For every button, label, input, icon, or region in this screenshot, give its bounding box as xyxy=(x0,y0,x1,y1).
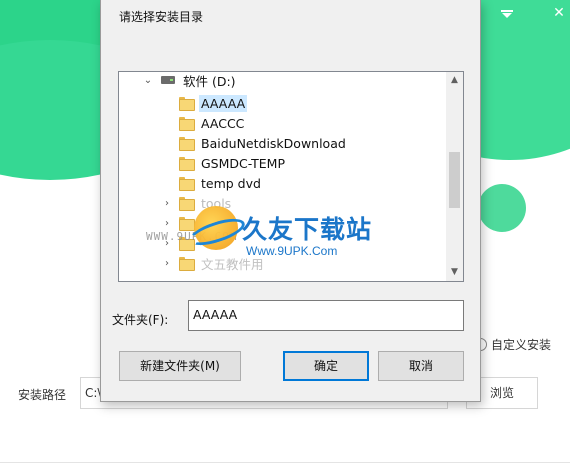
minimize-to-tray-icon[interactable] xyxy=(498,4,516,22)
folder-label: BaiduNetdiskDownload xyxy=(201,135,346,151)
drive-icon xyxy=(161,76,175,84)
drive-label: 软件 (D:) xyxy=(183,73,236,89)
folder-icon xyxy=(179,117,195,131)
ok-button[interactable]: 确定 xyxy=(283,351,369,381)
chevron-down-icon[interactable]: ⌄ xyxy=(143,75,153,86)
tree-item-folder[interactable]: AAAAA xyxy=(119,93,446,113)
folder-name-input[interactable]: AAAAA xyxy=(188,300,464,331)
folder-icon xyxy=(179,217,195,231)
folder-field-label: 文件夹(F): xyxy=(112,313,169,327)
folder-label: tools xyxy=(201,195,232,211)
scrollbar-thumb[interactable] xyxy=(449,152,460,208)
vertical-scrollbar[interactable]: ▲ ▼ xyxy=(446,72,463,281)
folder-tree-rows: ⌄ 软件 (D:) AAAAA AACCC BaiduNetdiskDownlo… xyxy=(119,72,446,281)
dialog-title: 请选择安装目录 xyxy=(119,10,204,24)
folder-label: 文五教件用 xyxy=(201,256,264,272)
chevron-right-icon[interactable]: › xyxy=(162,198,172,209)
tree-item-collapsed[interactable]: › tools xyxy=(119,193,446,213)
folder-label xyxy=(199,222,203,224)
custom-install-label: 自定义安装 xyxy=(491,337,552,352)
folder-icon xyxy=(179,177,195,191)
folder-label: AAAAA xyxy=(199,94,248,112)
tree-item-folder[interactable]: BaiduNetdiskDownload xyxy=(119,133,446,153)
tree-item-folder[interactable]: temp dvd xyxy=(119,173,446,193)
custom-install-option[interactable]: 自定义安装 xyxy=(474,336,551,352)
folder-label: GSMDC-TEMP xyxy=(201,155,285,171)
divider xyxy=(0,462,570,463)
scroll-up-arrow-icon[interactable]: ▲ xyxy=(446,72,463,89)
new-folder-button[interactable]: 新建文件夹(M) xyxy=(119,351,241,381)
folder-icon xyxy=(179,237,195,251)
cancel-button[interactable]: 取消 xyxy=(378,351,464,381)
tree-item-drive[interactable]: ⌄ 软件 (D:) xyxy=(119,72,446,90)
folder-icon xyxy=(179,157,195,171)
decorative-bubble xyxy=(478,184,526,232)
tree-item-collapsed[interactable]: › 文五教件用 xyxy=(119,253,446,273)
folder-label xyxy=(199,242,203,244)
tree-item-collapsed[interactable]: › xyxy=(119,213,446,233)
tree-item-collapsed[interactable]: › xyxy=(119,233,446,253)
folder-label: temp dvd xyxy=(201,175,261,191)
tree-item-folder[interactable]: AACCC xyxy=(119,113,446,133)
close-icon[interactable]: ✕ xyxy=(550,4,568,22)
browse-folder-dialog: 请选择安装目录 ⌄ 软件 (D:) AAAAA AACCC BaiduNetdi… xyxy=(100,0,481,402)
install-path-label: 安装路径 xyxy=(18,388,67,402)
scroll-down-arrow-icon[interactable]: ▼ xyxy=(446,264,463,281)
folder-icon xyxy=(179,137,195,151)
folder-tree[interactable]: ⌄ 软件 (D:) AAAAA AACCC BaiduNetdiskDownlo… xyxy=(118,71,464,282)
chevron-right-icon[interactable]: › xyxy=(162,218,172,229)
chevron-right-icon[interactable]: › xyxy=(162,238,172,249)
folder-label: AACCC xyxy=(201,115,245,131)
tree-item-folder[interactable]: GSMDC-TEMP xyxy=(119,153,446,173)
folder-icon xyxy=(179,257,195,271)
folder-icon xyxy=(179,197,195,211)
chevron-right-icon[interactable]: › xyxy=(162,258,172,269)
folder-icon xyxy=(179,97,195,111)
